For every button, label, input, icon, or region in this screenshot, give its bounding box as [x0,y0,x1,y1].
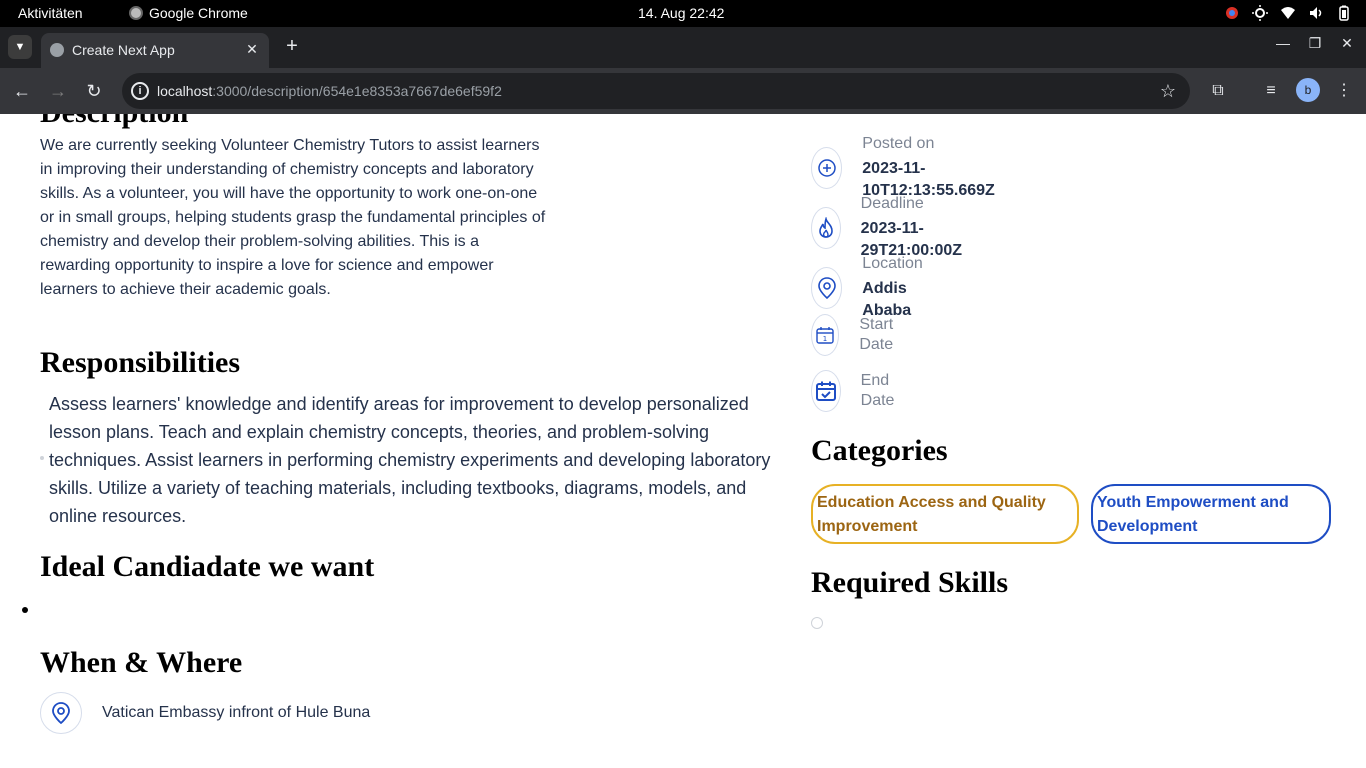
plus-circle-icon [811,147,843,189]
reload-icon[interactable]: ↻ [83,80,105,102]
end-date-label: End Date [860,372,895,409]
calendar-check-icon [811,370,841,412]
responsibilities-heading: Responsibilities [40,346,241,379]
category-chip[interactable]: Education Access and Quality Improvement [811,484,1079,544]
wifi-icon [1280,5,1296,21]
menu-icon[interactable]: ⋮ [1333,80,1355,102]
svg-text:1: 1 [823,335,827,343]
notification-icon [1224,5,1240,21]
url-text[interactable]: localhost:3000/description/654e1e8353a76… [157,83,502,99]
category-chips: Education Access and Quality Improvement… [811,484,1331,544]
volume-icon [1308,5,1324,21]
category-chip[interactable]: Youth Empowerment and Development [1091,484,1331,544]
calendar-icon: 1 [811,314,840,356]
page-content: Description We are currently seeking Vol… [0,114,1366,768]
end-date-row: End Date [811,370,907,412]
media-control-icon[interactable]: ≡ [1260,80,1282,102]
categories-heading: Categories [811,434,948,467]
chevron-down-icon: ▼ [14,41,26,53]
ideal-candidate-heading: Ideal Candiadate we want [40,550,375,583]
tab-strip: ▼ Create Next App ✕ + — ❐ ✕ [0,27,1366,68]
location-label: Location [862,255,923,272]
site-info-icon[interactable]: i [131,82,149,100]
chrome-icon [129,6,143,20]
tab-title: Create Next App [72,42,175,58]
close-icon[interactable]: ✕ [243,40,261,58]
start-date-row: 1 Start Date [811,314,907,356]
system-top-bar: Aktivitäten Google Chrome 14. Aug 22:42 [0,0,1366,27]
deadline-label: Deadline [860,195,924,212]
brightness-icon [1252,5,1268,21]
location-pin-icon [811,267,843,309]
deadline-row: Deadline 2023-11-29T21:00:00Z [811,194,974,262]
skill-list-marker [811,617,823,629]
new-tab-button[interactable]: + [281,35,303,57]
activities-button[interactable]: Aktivitäten [18,5,83,21]
forward-icon[interactable]: → [47,80,69,102]
bookmark-star-icon[interactable]: ☆ [1160,81,1176,102]
job-description: We are currently seeking Volunteer Chemi… [40,137,546,298]
system-tray[interactable] [1224,5,1352,21]
globe-icon [50,43,64,57]
location-row: Location Addis Ababa [811,254,934,322]
location-pin-icon [40,692,82,734]
window-close-icon[interactable]: ✕ [1337,35,1357,52]
flame-icon [811,207,841,249]
responsibility-marker [40,456,44,460]
when-where-location: Vatican Embassy infront of Hule Buna [102,704,371,721]
app-menu[interactable]: Google Chrome [129,5,248,21]
when-where-row: Vatican Embassy infront of Hule Buna [40,692,370,734]
posted-on-label: Posted on [862,135,935,152]
start-date-label: Start Date [859,316,894,353]
battery-icon [1336,5,1352,21]
tab-active[interactable]: Create Next App ✕ [41,33,269,68]
minimize-icon[interactable]: — [1273,35,1293,51]
app-name: Google Chrome [149,5,248,21]
back-icon[interactable]: ← [11,80,33,102]
extensions-icon[interactable]: ⧉ [1207,80,1229,102]
browser-toolbar: ← → ↻ i localhost:3000/description/654e1… [0,68,1366,114]
maximize-icon[interactable]: ❐ [1305,35,1325,52]
tab-search-button[interactable]: ▼ [8,35,32,59]
clock[interactable]: 14. Aug 22:42 [638,5,724,21]
when-where-heading: When & Where [40,646,243,679]
responsibilities-text: Assess learners' knowledge and identify … [49,394,771,526]
posted-on-row: Posted on 2023-11-10T12:13:55.669Z [811,134,1006,202]
description-heading-cut: Description [40,114,188,130]
profile-avatar[interactable]: b [1296,78,1320,102]
list-item [22,607,28,613]
address-bar[interactable]: i localhost:3000/description/654e1e8353a… [122,73,1190,109]
required-skills-heading: Required Skills [811,566,1009,599]
